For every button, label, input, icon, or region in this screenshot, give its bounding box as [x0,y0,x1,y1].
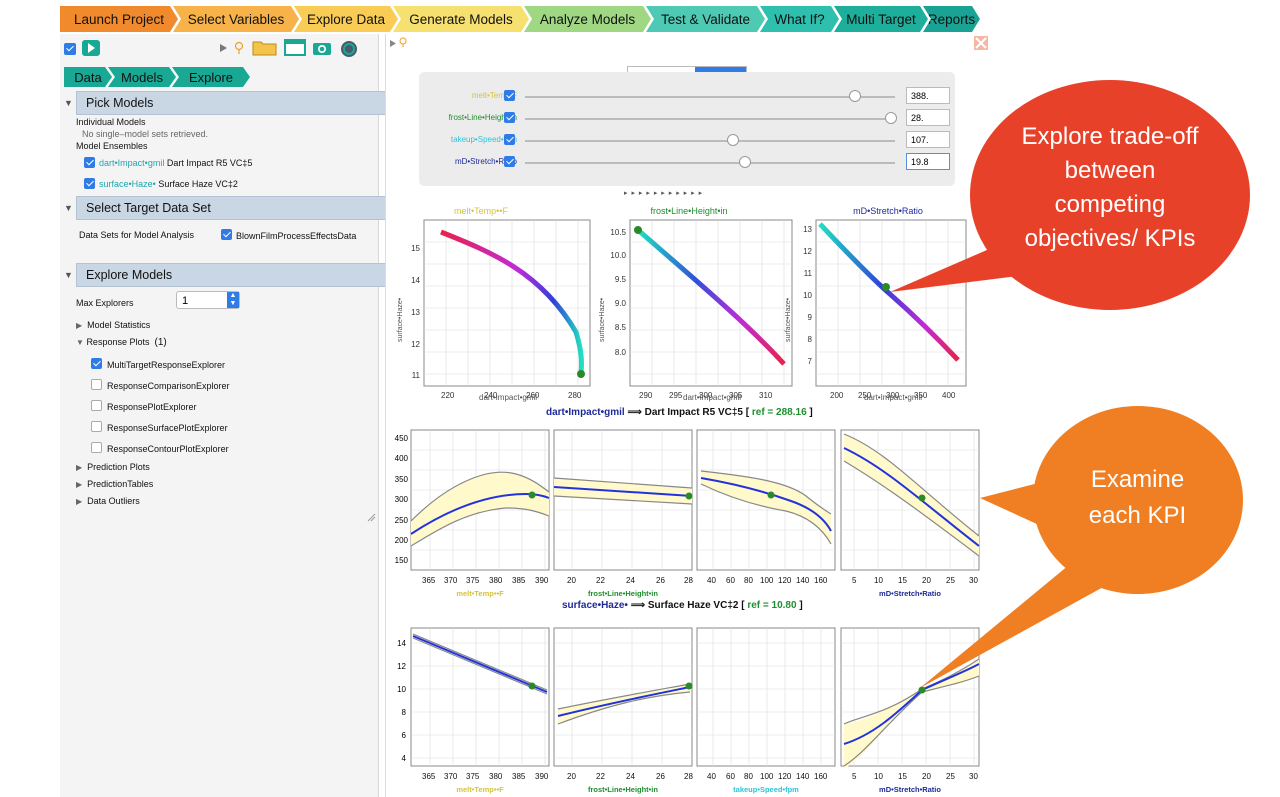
callout-tradeoff-text: Explore trade-off between competing obje… [1021,123,1199,252]
callout-examine [920,406,1243,688]
callout-examine-text: Examine each KPI [1088,466,1187,529]
